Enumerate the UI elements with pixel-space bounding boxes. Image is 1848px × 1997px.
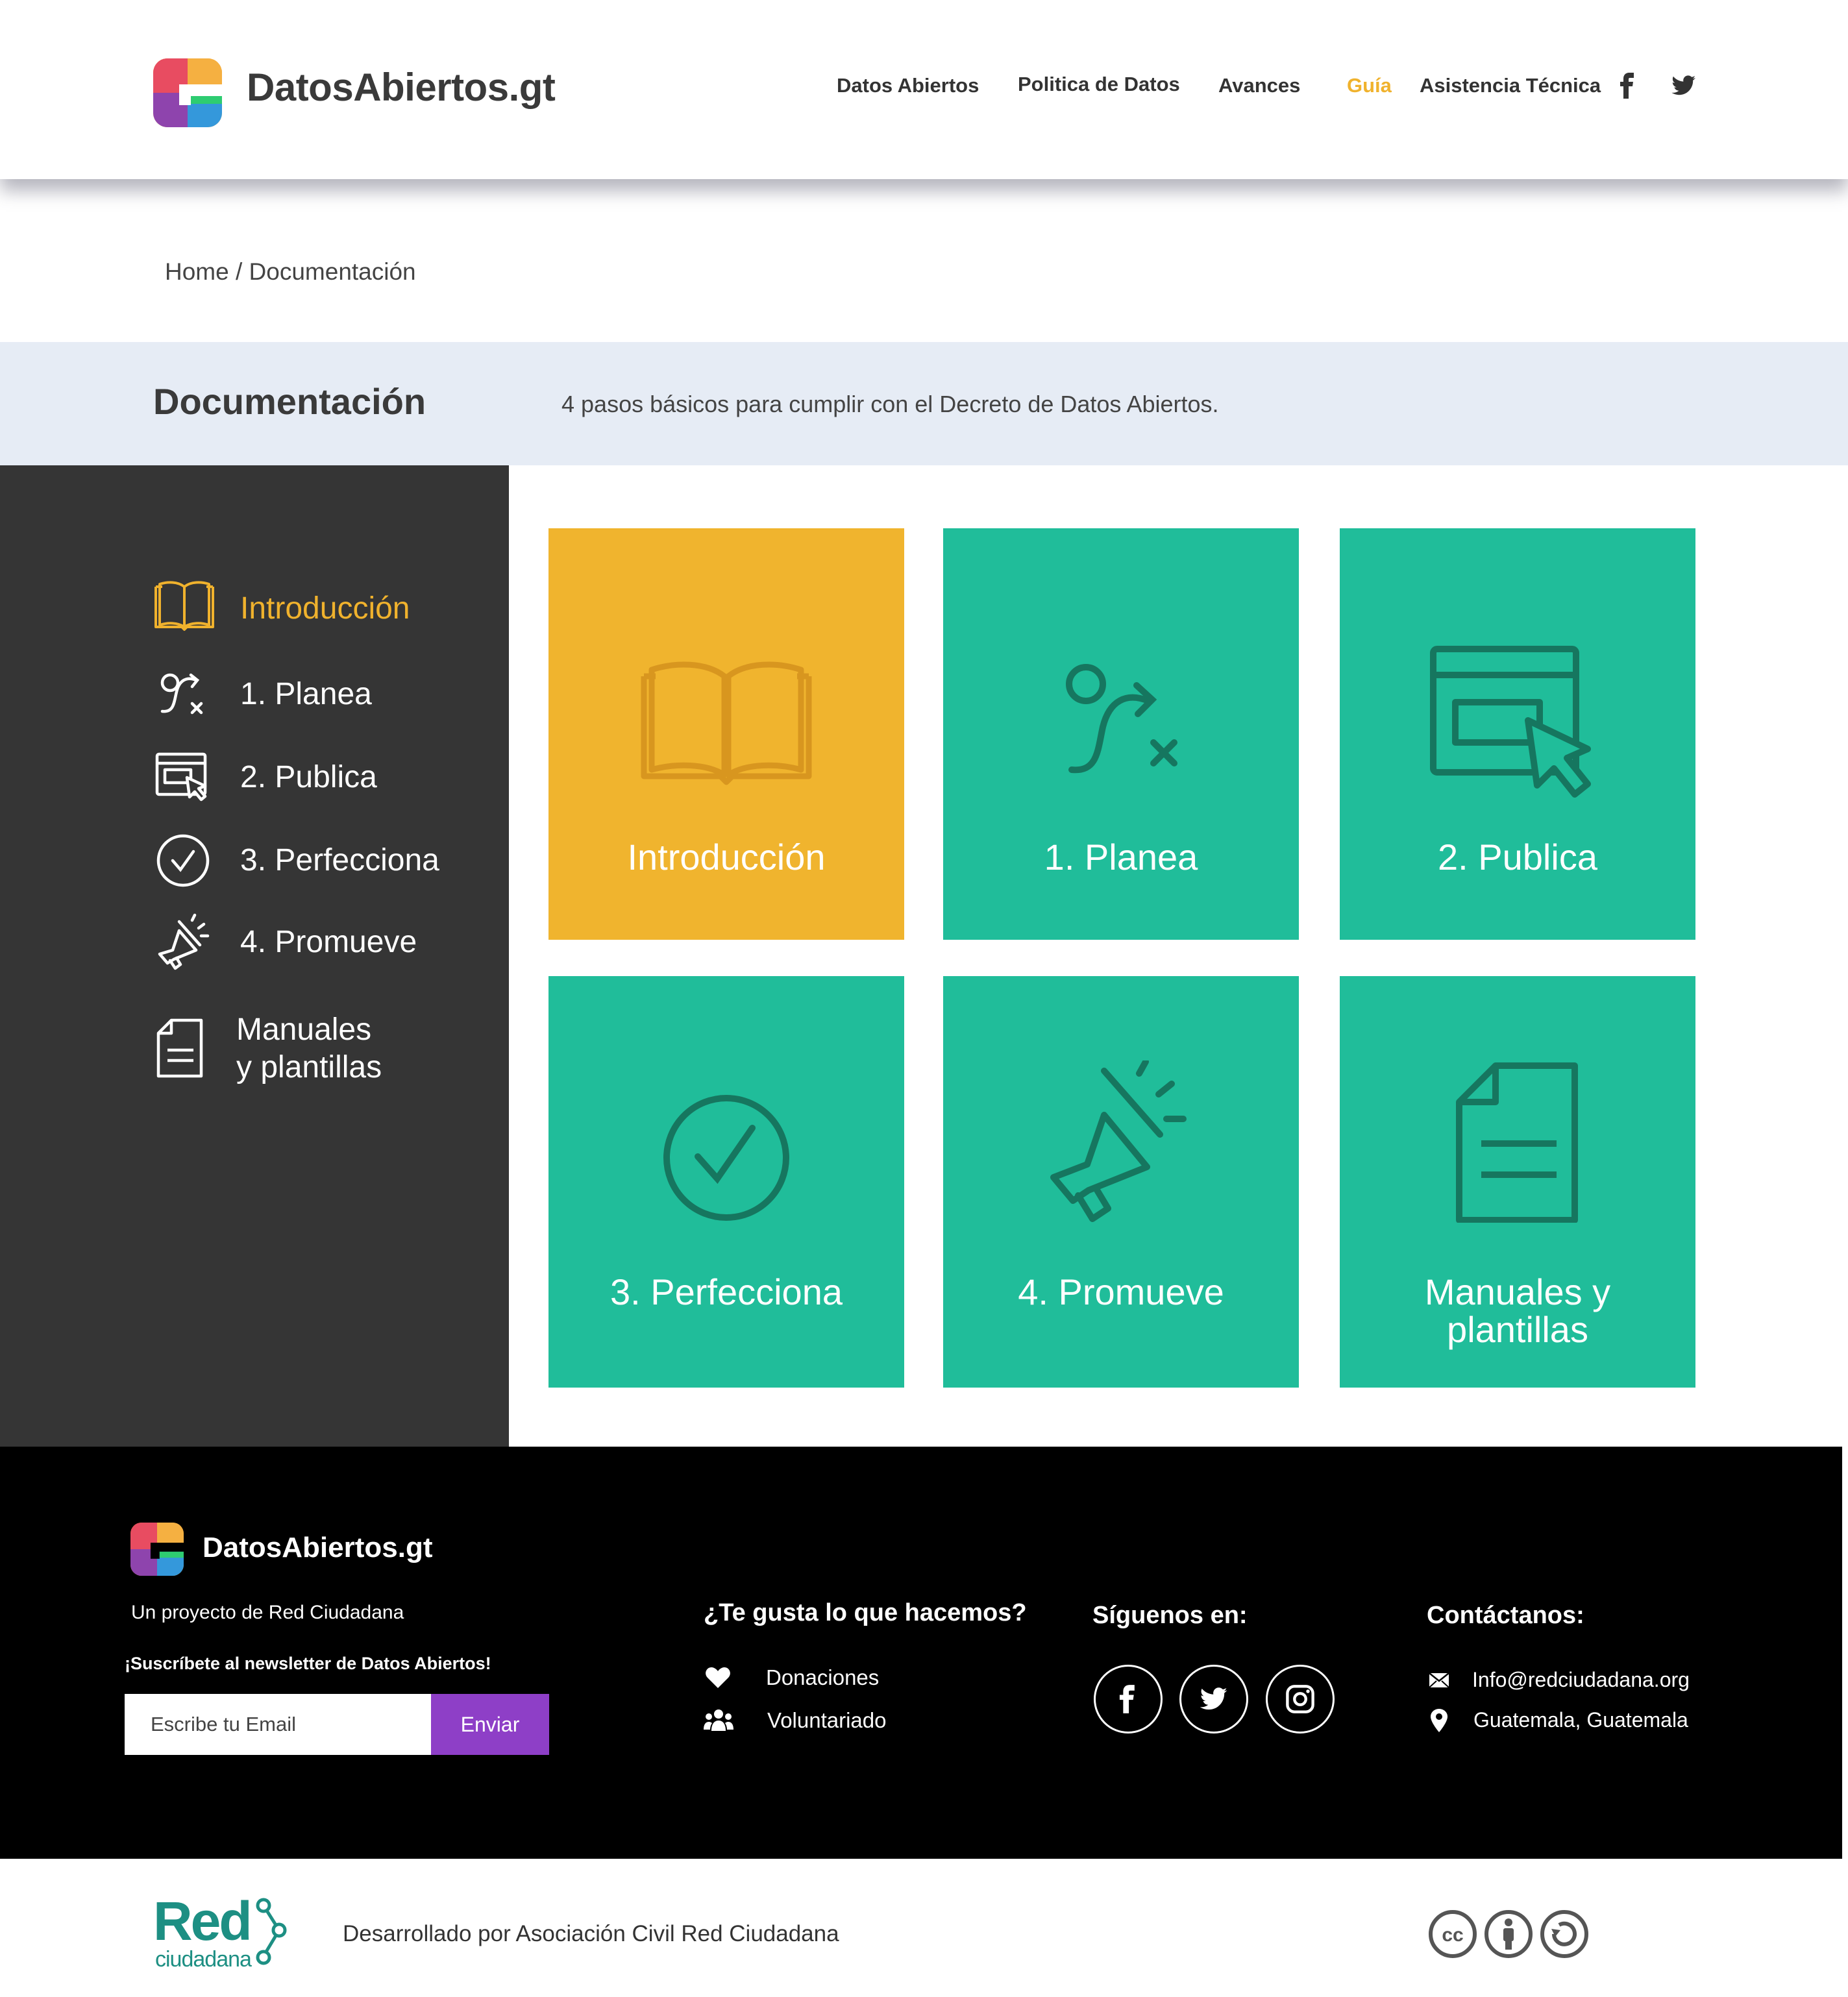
breadcrumb-home[interactable]: Home [165,258,229,285]
voluntariado-label: Voluntariado [767,1708,887,1732]
check-circle-icon [663,1095,789,1221]
license-icons[interactable]: cc [1428,1909,1589,1959]
voluntariado-link[interactable]: Voluntariado [704,1708,886,1733]
contact-location-label: Guatemala, Guatemala [1473,1708,1688,1732]
send-button[interactable]: Enviar [431,1694,549,1755]
route-icon [160,673,203,715]
tile-label: Introducción [627,837,826,877]
sidebar-item-planea[interactable]: 1. Planea [153,663,372,726]
breadcrumb: Home / Documentación [165,258,416,286]
contact-email-link[interactable]: Info@redciudadana.org [1429,1668,1690,1692]
book-icon [154,581,214,631]
tile-label: 2. Publica [1438,837,1597,877]
email-field[interactable] [125,1694,431,1755]
megaphone-icon [1050,1060,1187,1222]
red-ciudadana-logo-sub: ciudadana [155,1947,252,1972]
twitter-icon[interactable] [1669,71,1698,100]
tile-publica[interactable]: 2. Publica [1340,528,1695,940]
people-icon [704,1709,733,1731]
browser-click-icon [1430,646,1591,798]
sidebar-item-label: 4. Promueve [240,925,417,959]
breadcrumb-current: Documentación [249,258,416,285]
follow-title: Síguenos en: [1092,1602,1248,1629]
nav-politica-de-datos[interactable]: Politica de Datos [1018,73,1180,96]
donaciones-label: Donaciones [766,1665,880,1689]
document-icon [156,1018,203,1078]
breadcrumb-separator: / [235,258,243,285]
sidebar-item-label-line2: y plantillas [236,1050,382,1084]
tile-manuales[interactable]: Manuales y plantillas [1340,976,1695,1388]
sidebar-item-label: 1. Planea [240,677,372,711]
sidebar-item-perfecciona[interactable]: 3. Perfecciona [153,829,439,892]
location-pin-icon [1431,1708,1448,1732]
document-icon [1456,1062,1578,1223]
share-alike-icon [1540,1910,1588,1958]
instagram-icon [1286,1685,1314,1713]
sidebar-item-manuales[interactable]: Manuales y plantillas [153,1012,382,1084]
site-logo-text[interactable]: DatosAbiertos.gt [247,65,556,110]
sidebar-item-label: 2. Publica [240,760,377,794]
tile-introduccion[interactable]: Introducción [548,528,904,940]
like-title: ¿Te gusta lo que hacemos? [704,1599,1027,1626]
megaphone-icon [158,913,210,970]
check-circle-icon [156,834,210,887]
footer-instagram-button[interactable] [1266,1665,1335,1734]
contact-location: Guatemala, Guatemala [1431,1708,1688,1732]
site-header: DatosAbiertos.gt Datos Abiertos Politica… [0,0,1848,179]
sidebar-item-introduccion[interactable]: Introducción [153,578,410,640]
tile-planea[interactable]: 1. Planea [943,528,1299,940]
footer-logo-text[interactable]: DatosAbiertos.gt [203,1532,432,1564]
newsletter-title: ¡Suscríbete al newsletter de Datos Abier… [125,1654,491,1673]
tile-label: 3. Perfecciona [610,1271,843,1312]
svg-text:cc: cc [1442,1924,1463,1946]
cc-icon: cc [1429,1910,1477,1958]
developed-by-text: Desarrollado por Asociación Civil Red Ci… [343,1921,839,1946]
tile-label-line2: plantillas [1447,1309,1588,1350]
envelope-icon [1429,1672,1449,1687]
heart-icon [706,1667,730,1688]
page-subtitle: 4 pasos básicos para cumplir con el Decr… [561,391,1219,417]
sidebar-item-label: Manuales y plantillas [236,1011,382,1086]
red-ciudadana-logo[interactable]: Red [153,1894,253,1948]
sidebar-item-label: Introducción [240,591,410,626]
nav-guia[interactable]: Guía [1347,74,1392,97]
route-icon [1066,664,1177,774]
tile-label: Manuales y plantillas [1340,1273,1695,1349]
nav-avances[interactable]: Avances [1218,74,1300,97]
network-nodes-icon [256,1898,287,1965]
book-icon [641,661,812,785]
page-title: Documentación [153,381,426,422]
sidebar-item-label-line1: Manuales [236,1012,372,1047]
contact-title: Contáctanos: [1427,1602,1584,1629]
tile-perfecciona[interactable]: 3. Perfecciona [548,976,904,1388]
by-icon [1485,1910,1533,1958]
datosabiertos-logo-icon[interactable] [153,58,222,127]
sidebar-item-promueve[interactable]: 4. Promueve [153,911,417,974]
facebook-icon [1119,1685,1135,1713]
tile-promueve[interactable]: 4. Promueve [943,976,1299,1388]
sidebar-item-publica[interactable]: 2. Publica [153,746,377,809]
tile-label: 4. Promueve [1018,1271,1224,1312]
facebook-icon[interactable] [1614,71,1642,100]
nav-datos-abiertos[interactable]: Datos Abiertos [837,74,979,97]
footer-project-text: Un proyecto de Red Ciudadana [131,1602,404,1623]
footer-twitter-button[interactable] [1179,1665,1248,1734]
tile-label: 1. Planea [1044,837,1198,877]
twitter-icon [1200,1687,1227,1710]
site-footer [0,1447,1842,1859]
nav-asistencia-tecnica[interactable]: Asistencia Técnica [1420,74,1601,97]
tile-label-line1: Manuales y [1424,1271,1611,1312]
datosabiertos-logo-icon[interactable] [130,1523,184,1576]
sidebar-item-label: 3. Perfecciona [240,843,439,877]
email-field-box [125,1694,431,1755]
donaciones-link[interactable]: Donaciones [705,1665,879,1690]
contact-email-label: Info@redciudadana.org [1472,1668,1690,1691]
footer-facebook-button[interactable] [1094,1665,1163,1734]
browser-click-icon [155,752,207,802]
